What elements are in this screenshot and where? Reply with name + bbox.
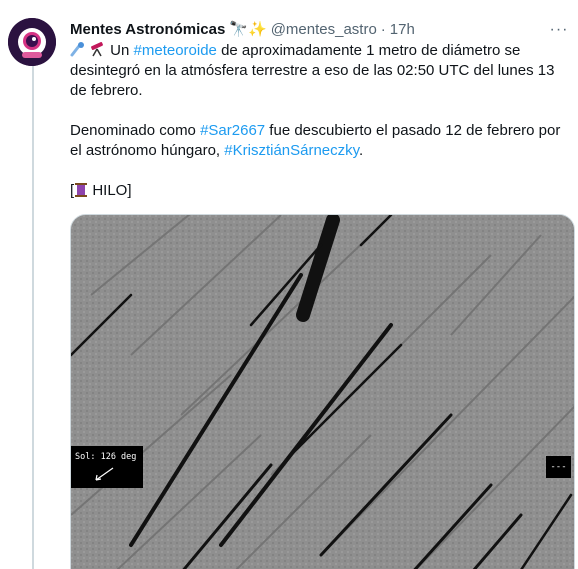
avatar[interactable] xyxy=(8,18,56,66)
corner-label: --- xyxy=(546,456,571,478)
timestamp[interactable]: 17h xyxy=(390,20,415,40)
meteor-streaks-image xyxy=(71,215,574,569)
tweet-text: Un #meteoroide de aproximadamente 1 metr… xyxy=(70,41,570,201)
telescope-icon xyxy=(91,41,103,57)
tweet-image[interactable]: Sol: 126 deg --- xyxy=(70,214,575,569)
thread-connector-line xyxy=(32,64,34,569)
comet-icon xyxy=(70,42,84,57)
thread-label: HILO] xyxy=(88,182,132,199)
sun-angle-label: Sol: 126 deg xyxy=(71,446,143,488)
more-options-icon[interactable]: ··· xyxy=(548,19,570,41)
text-segment: Denominado como xyxy=(70,122,201,139)
author-handle[interactable]: @mentes_astro xyxy=(271,20,377,40)
author-name[interactable]: Mentes Astronómicas xyxy=(70,20,225,40)
text-segment: Un xyxy=(106,42,134,59)
hashtag-link[interactable]: #Sar2667 xyxy=(200,122,265,139)
text-segment: . xyxy=(359,142,364,159)
separator-dot: · xyxy=(380,21,386,38)
tweet-header: Mentes Astronómicas 🔭✨ @mentes_astro · 1… xyxy=(70,19,570,41)
telescope-sparkles-emoji: 🔭✨ xyxy=(229,21,267,38)
hashtag-link[interactable]: #meteoroide xyxy=(134,42,217,59)
astronaut-avatar-icon xyxy=(8,18,56,66)
thread-spool-icon xyxy=(75,183,88,197)
sun-angle-text: Sol: 126 deg xyxy=(75,452,137,462)
hashtag-link[interactable]: #KrisztiánSárneczky xyxy=(224,142,359,159)
direction-arrow-icon xyxy=(95,467,114,481)
